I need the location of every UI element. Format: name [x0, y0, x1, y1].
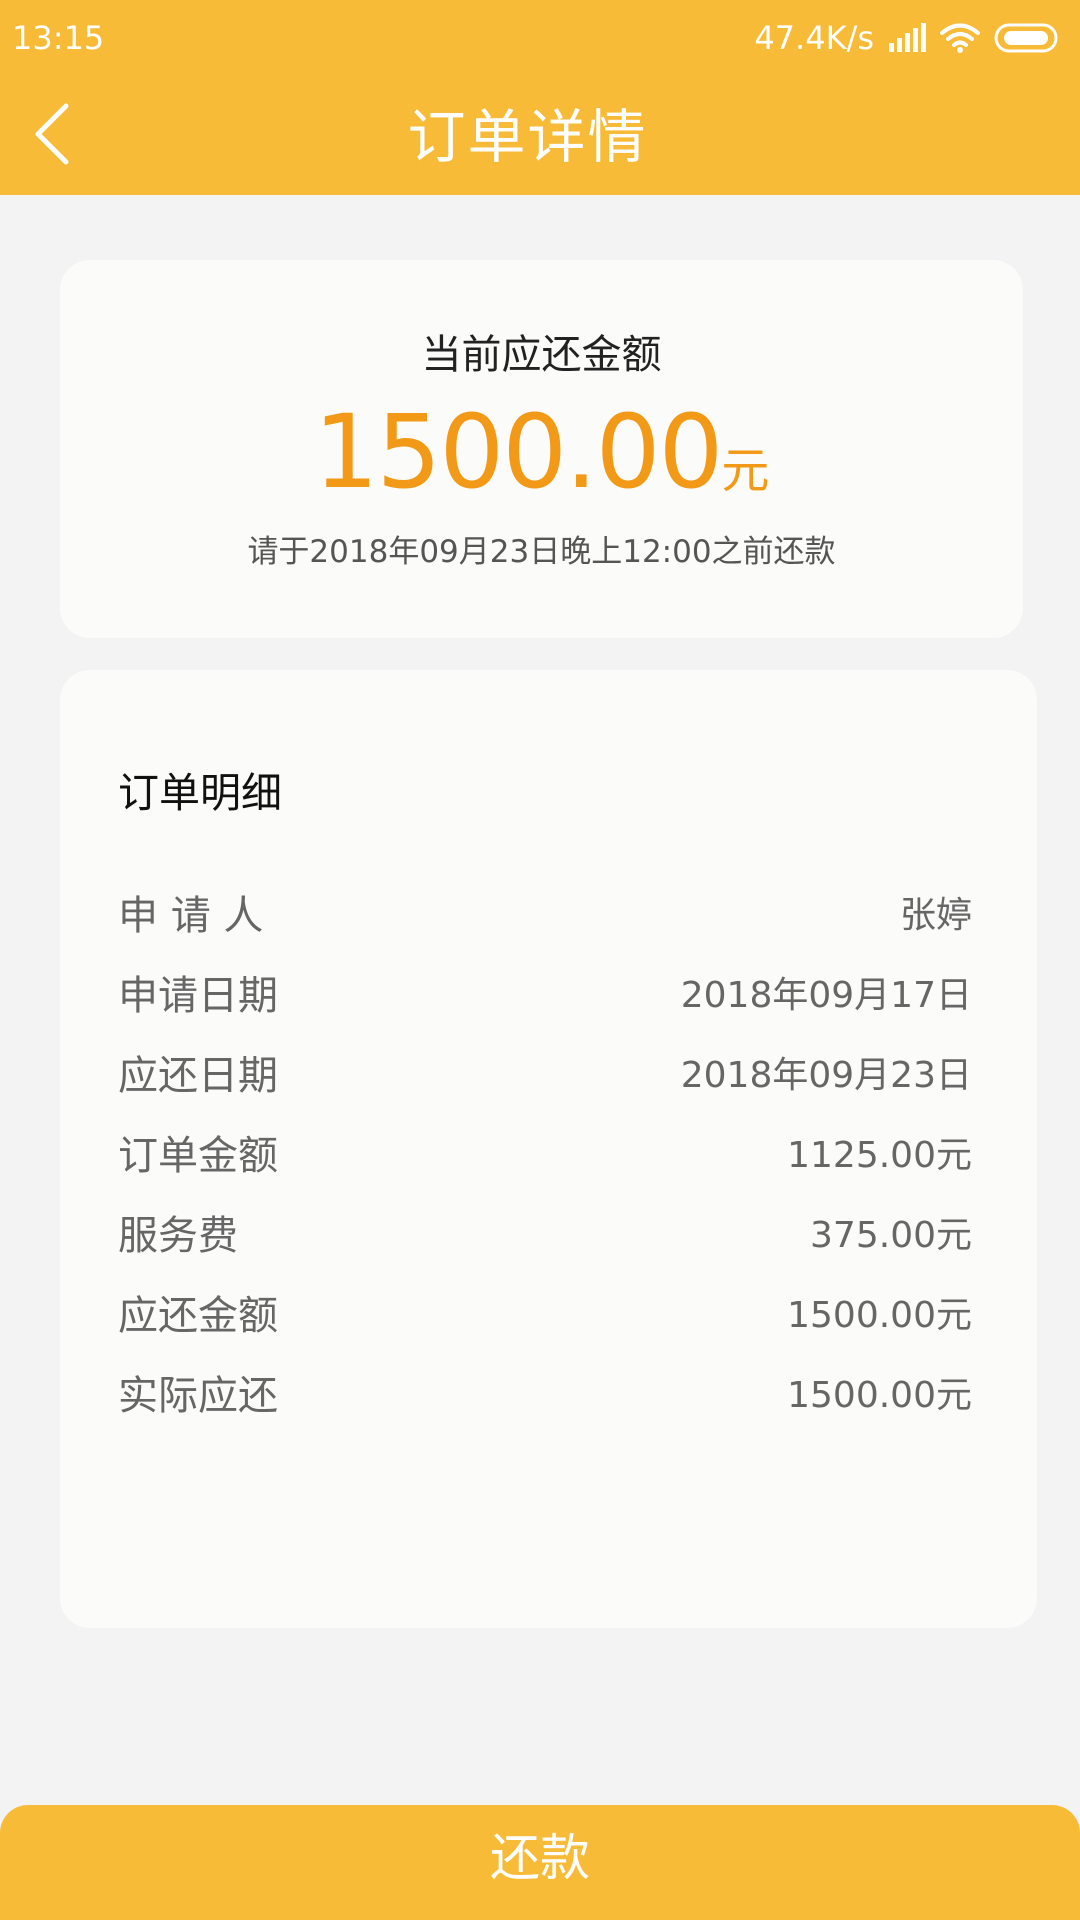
signal-icon — [889, 23, 926, 52]
detail-label: 申请日期 — [118, 973, 278, 1019]
detail-value: 1500.00元 — [787, 1375, 972, 1416]
amount-due: 1500.00元 — [60, 398, 1023, 508]
detail-label: 应还金额 — [118, 1293, 278, 1339]
order-detail-title: 订单明细 — [118, 769, 282, 817]
network-speed: 47.4K/s — [754, 19, 874, 57]
detail-value: 2018年09月23日 — [680, 1055, 972, 1096]
detail-label: 订单金额 — [118, 1133, 278, 1179]
detail-value: 张婷 — [899, 895, 972, 936]
detail-row-applicant: 申 请 人 张婷 — [118, 888, 972, 944]
detail-value: 1125.00元 — [787, 1135, 972, 1176]
repay-button[interactable]: 还款 — [0, 1805, 1080, 1920]
wifi-icon — [940, 23, 980, 53]
detail-value: 375.00元 — [810, 1215, 972, 1256]
amount-due-value: 1500.00 — [313, 393, 724, 512]
battery-icon — [994, 23, 1058, 53]
status-time: 13:15 — [12, 19, 105, 57]
detail-row-order-amount: 订单金额 1125.00元 — [118, 1128, 972, 1184]
detail-row-service-fee: 服务费 375.00元 — [118, 1208, 972, 1264]
repayment-summary-card: 当前应还金额 1500.00元 请于2018年09月23日晚上12:00之前还款 — [60, 260, 1023, 638]
detail-label: 服务费 — [118, 1213, 238, 1259]
detail-row-actual-due: 实际应还 1500.00元 — [118, 1368, 972, 1424]
repay-button-label: 还款 — [490, 1829, 590, 1887]
amount-due-unit: 元 — [721, 443, 770, 499]
due-deadline-note: 请于2018年09月23日晚上12:00之前还款 — [247, 534, 836, 570]
amount-due-label: 当前应还金额 — [421, 332, 662, 378]
detail-label: 应还日期 — [118, 1053, 278, 1099]
page-title: 订单详情 — [407, 103, 648, 171]
status-icons: 47.4K/s — [754, 18, 1060, 58]
detail-row-due-date: 应还日期 2018年09月23日 — [118, 1048, 972, 1104]
detail-value: 2018年09月17日 — [680, 975, 972, 1016]
status-bar: 13:15 47.4K/s — [0, 0, 1080, 76]
detail-label: 实际应还 — [118, 1373, 278, 1419]
order-detail-card: 订单明细 申 请 人 张婷 申请日期 2018年09月17日 应还日期 2018… — [60, 670, 1037, 1628]
app-header: 13:15 47.4K/s 订单详情 — [0, 0, 1080, 195]
detail-label: 申 请 人 — [118, 893, 264, 939]
detail-row-apply-date: 申请日期 2018年09月17日 — [118, 968, 972, 1024]
detail-value: 1500.00元 — [787, 1295, 972, 1336]
detail-row-amount-due: 应还金额 1500.00元 — [118, 1288, 972, 1344]
